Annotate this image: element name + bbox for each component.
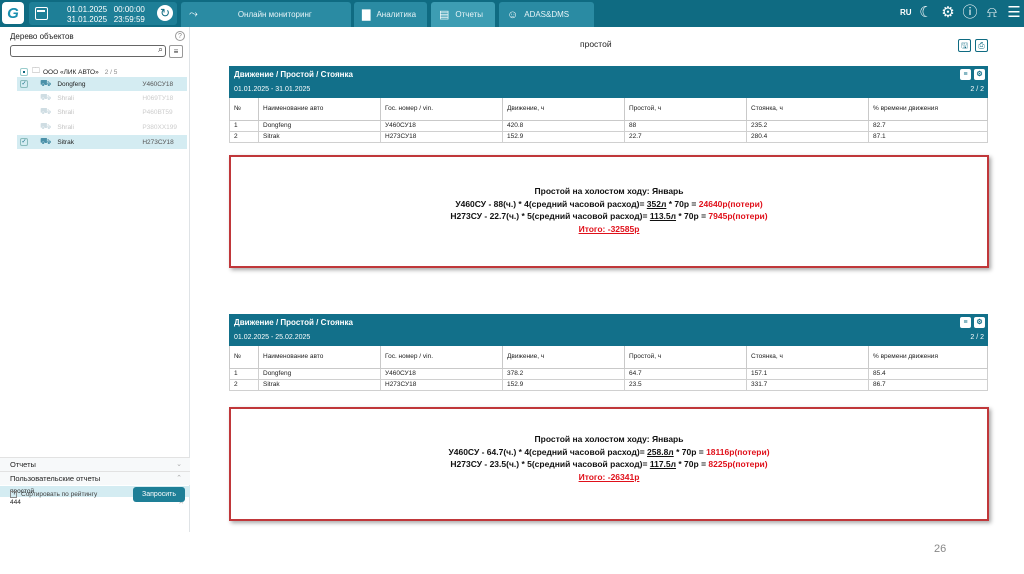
section-reports[interactable]: Отчеты ⌄ [0, 457, 190, 471]
annotation-title: Простой на холостом ходу: Январь [534, 434, 684, 444]
search-icon: ⌕ [157, 44, 163, 54]
org-count: 2 / 5 [104, 68, 118, 76]
annotation-line: Н273СУ - 23.5(ч.) * 5(средний часовой ра… [450, 459, 768, 469]
object-tree-title: Дерево объектов [10, 32, 74, 41]
truck-icon: ⛟ [40, 136, 52, 146]
report-table: № Наименование авто Гос. номер / vin. Дв… [229, 98, 988, 143]
slide-number: 26 [934, 543, 947, 555]
date-from: 01.01.2025 00:00:00 [67, 5, 145, 14]
refresh-icon[interactable]: ↻ [157, 5, 173, 21]
date-to: 31.01.2025 23:59:59 [67, 15, 145, 24]
request-button[interactable]: Запросить [133, 487, 185, 502]
driver-icon: ☺ [507, 8, 519, 21]
idle-loss-annotation: Простой на холостом ходу: Январь У460СУ … [229, 155, 989, 268]
table-row[interactable]: 2 Sitrak Н273СУ18 152.9 23.5 331.7 86.7 [229, 378, 988, 391]
user-icon[interactable]: ☰ [1005, 4, 1023, 22]
route-icon: ⤳ [189, 8, 198, 20]
report-header: Движение / Простой / Стоянка ≡ ⚙ [229, 66, 988, 84]
chevron-down-icon: ⌄ [176, 461, 182, 468]
filter-icon[interactable]: ≡ [169, 45, 183, 58]
section-custom-reports[interactable]: Пользовательские отчеты ⌃ [0, 471, 190, 485]
table-row[interactable]: 1 Dongfeng У460СУ18 420.8 88 235.2 82.7 [229, 119, 988, 132]
sidebar: Дерево объектов ? ⌕ ≡ 🗀 ООО «ЛИК АВТО» 2… [0, 27, 190, 532]
table-header-row: № Наименование авто Гос. номер / vin. Дв… [229, 346, 988, 369]
annotation-line: У460СУ - 64.7(ч.) * 4(средний часовой ра… [448, 446, 770, 457]
truck-icon: ⛟ [40, 121, 52, 131]
page-indicator: 2 / 2 [970, 334, 984, 341]
truck-icon: ⛟ [40, 78, 52, 88]
calendar-icon [35, 7, 48, 20]
theme-moon-icon[interactable]: ☾ [917, 4, 935, 22]
chevron-up-icon: ⌃ [176, 475, 182, 482]
vehicle-checkbox[interactable]: ✓ [20, 80, 28, 88]
print-icon[interactable]: ⎙ [975, 39, 988, 52]
table-row[interactable]: 2 Sitrak Н273СУ18 152.9 22.7 280.4 87.1 [229, 130, 988, 143]
tree-vehicle[interactable]: ⛟ Shrali Р460ВТ59 [17, 105, 187, 119]
date-range-picker[interactable]: 01.01.2025 00:00:00 31.01.2025 23:59:59 … [29, 2, 177, 25]
chart-icon: ▇ [362, 9, 371, 21]
truck-icon: ⛟ [40, 106, 52, 116]
help-icon[interactable]: ? [175, 31, 185, 41]
table-header-row: № Наименование авто Гос. номер / vin. Дв… [229, 98, 988, 121]
tab-online-monitoring[interactable]: ⤳ Онлайн мониторинг [181, 2, 351, 27]
org-name: ООО «ЛИК АВТО» [43, 68, 99, 76]
help-icon[interactable]: ⓘ [961, 4, 979, 22]
report-period-bar: 01.02.2025 - 25.02.2025 2 / 2 [229, 332, 988, 346]
vehicle-checkbox[interactable]: ✓ [20, 138, 28, 146]
save-icon[interactable]: 🖫 [958, 39, 971, 52]
annotation-total: Итого: -32585р [578, 223, 640, 234]
report-icon: ▤ [439, 9, 450, 21]
org-checkbox[interactable] [20, 68, 28, 76]
report-table: № Наименование авто Гос. номер / vin. Дв… [229, 346, 988, 391]
annotation-line: У460СУ - 88(ч.) * 4(средний часовой расх… [455, 198, 763, 209]
tab-reports[interactable]: ▤ Отчеты [431, 2, 495, 27]
report-panel: Движение / Простой / Стоянка ≡ ⚙ 01.01.2… [229, 66, 988, 143]
columns-icon[interactable]: ≡ [960, 317, 971, 328]
gear-icon[interactable]: ⚙ [974, 317, 985, 328]
report-header: Движение / Простой / Стоянка ≡ ⚙ [229, 314, 988, 332]
tree-vehicle-sitrak[interactable]: ✓ ⛟ Sitrak Н273СУ18 [17, 135, 187, 149]
search-input[interactable]: ⌕ [10, 44, 166, 57]
gear-icon[interactable]: ⚙ [974, 69, 985, 80]
annotation-title: Простой на холостом ходу: Январь [534, 186, 684, 196]
table-row[interactable]: 1 Dongfeng У460СУ18 378.2 64.7 157.1 85.4 [229, 367, 988, 380]
truck-icon: ⛟ [40, 92, 52, 102]
annotation-total: Итого: -26341р [578, 471, 640, 482]
report-panel: Движение / Простой / Стоянка ≡ ⚙ 01.02.2… [229, 314, 988, 391]
tree-vehicle-dongfeng[interactable]: ✓ ⛟ Dongfeng У460СУ18 [17, 77, 187, 91]
report-period-bar: 01.01.2025 - 31.01.2025 2 / 2 [229, 84, 988, 98]
tab-adas-dms[interactable]: ☺ ADAS&DMS [499, 2, 594, 27]
annotation-line: Н273СУ - 22.7(ч.) * 5(средний часовой ра… [450, 211, 768, 221]
sort-checkbox[interactable] [10, 491, 17, 498]
tree-vehicle[interactable]: ⛟ Shrali Н069ТУ18 [17, 91, 187, 105]
tab-analytics[interactable]: ▇ Аналитика [354, 2, 427, 27]
top-bar: G 01.01.2025 00:00:00 31.01.2025 23:59:5… [0, 0, 1024, 27]
app-logo[interactable]: G [2, 2, 24, 24]
page-indicator: 2 / 2 [970, 86, 984, 93]
bell-icon[interactable]: ⍾ [983, 4, 1001, 22]
idle-loss-annotation: Простой на холостом ходу: Январь У460СУ … [229, 407, 989, 521]
sort-by-rating[interactable]: Сортировать по рейтингу [10, 491, 97, 498]
page-title: простой [580, 39, 612, 49]
tree-vehicle[interactable]: ⛟ Shrali Р380ХХ199 [17, 120, 187, 134]
columns-icon[interactable]: ≡ [960, 69, 971, 80]
gear-icon[interactable]: ⚙ [939, 4, 957, 22]
language-selector[interactable]: RU [900, 8, 912, 17]
